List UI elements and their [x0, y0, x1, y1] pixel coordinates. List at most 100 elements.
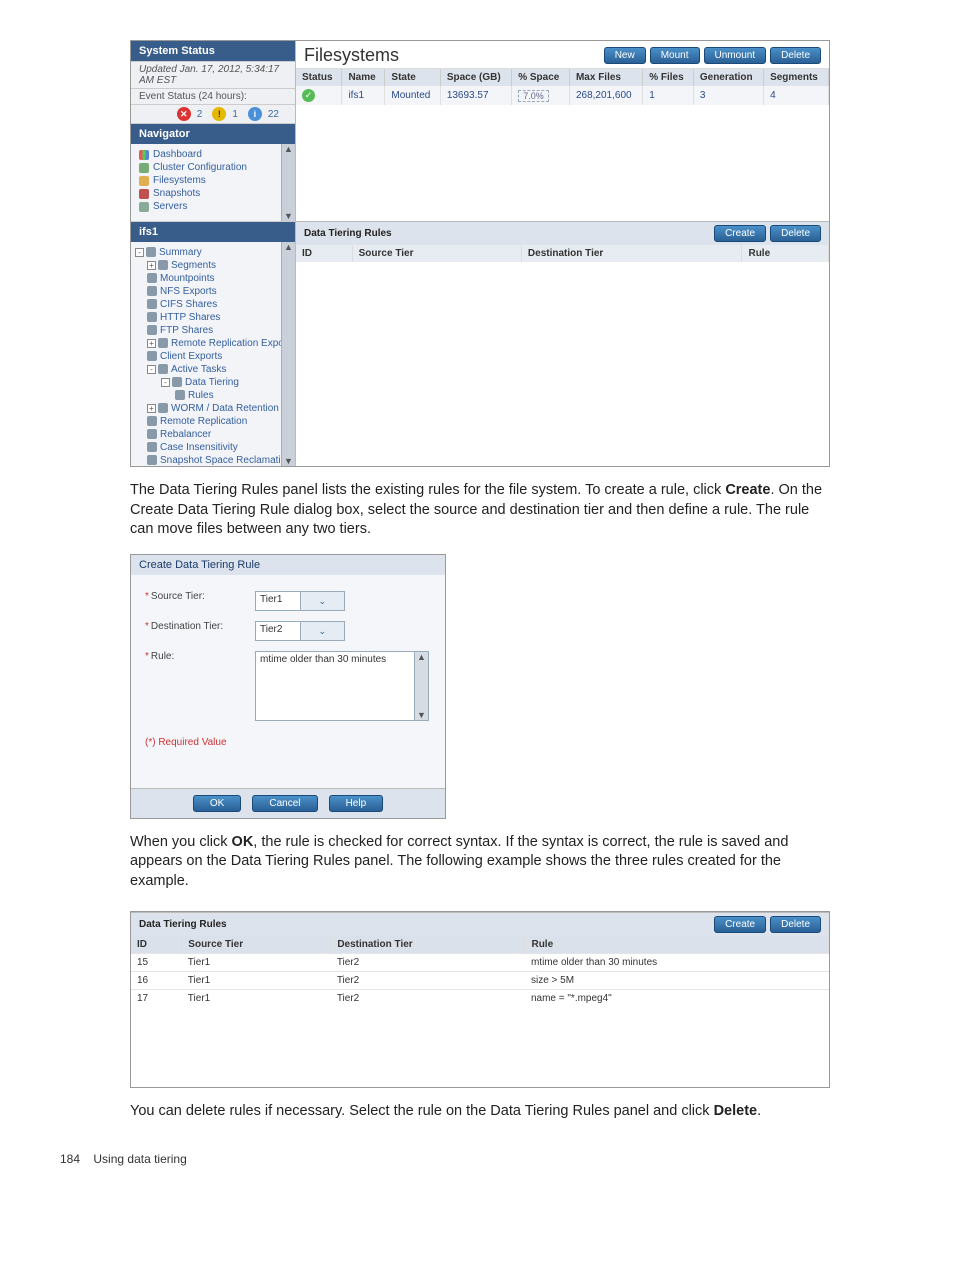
nav-servers[interactable]: Servers: [137, 200, 295, 213]
rules-delete-button[interactable]: Delete: [770, 916, 821, 933]
nav-cluster-config[interactable]: Cluster Configuration: [137, 161, 295, 174]
tree-label: Case Insensitivity: [160, 442, 238, 453]
tree-icon: [175, 390, 185, 400]
dtr-header[interactable]: Source Tier: [352, 245, 521, 262]
rules-header[interactable]: Destination Tier: [331, 936, 525, 954]
fs-header[interactable]: Generation: [693, 69, 763, 86]
filesystem-row[interactable]: ✓ ifs1 Mounted 13693.57 7.0% 268,201,600…: [296, 86, 829, 105]
fs-state: Mounted: [385, 86, 440, 105]
event-status-label: Event Status (24 hours):: [139, 91, 287, 102]
tree-item[interactable]: CIFS Shares: [133, 298, 293, 311]
fs-header[interactable]: Segments: [764, 69, 829, 86]
ifs-header: ifs1: [131, 222, 295, 242]
nav-snapshots[interactable]: Snapshots: [137, 187, 295, 200]
tree-icon: [147, 429, 157, 439]
event-status-row2: ✕2 !1 i22: [131, 105, 295, 124]
expand-icon[interactable]: -: [161, 378, 170, 387]
rules-header[interactable]: Source Tier: [182, 936, 331, 954]
rules-header[interactable]: ID: [131, 936, 182, 954]
event-critical-count: 2: [197, 109, 207, 120]
tree-item[interactable]: + Segments: [133, 259, 293, 272]
expand-icon[interactable]: -: [135, 248, 144, 257]
tree-scrollbar[interactable]: [281, 242, 295, 466]
rules-example-title: Data Tiering Rules: [139, 919, 710, 930]
fs-pctfiles: 1: [643, 86, 694, 105]
tree-item[interactable]: Client Exports: [133, 350, 293, 363]
rule-textarea[interactable]: mtime older than 30 minutes: [255, 651, 415, 721]
tree-item[interactable]: Mountpoints: [133, 272, 293, 285]
expand-icon[interactable]: -: [147, 365, 156, 374]
event-warning-icon[interactable]: !: [212, 107, 226, 121]
fs-header[interactable]: Name: [342, 69, 385, 86]
rule-cell: mtime older than 30 minutes: [525, 954, 829, 972]
nav-dashboard[interactable]: Dashboard: [137, 148, 295, 161]
unmount-button[interactable]: Unmount: [704, 47, 767, 64]
tree-item[interactable]: -Active Tasks: [133, 363, 293, 376]
rule-cell: Tier2: [331, 990, 525, 1008]
status-ok-icon: ✓: [302, 89, 315, 102]
delete-button[interactable]: Delete: [770, 47, 821, 64]
rule-row[interactable]: 15Tier1Tier2mtime older than 30 minutes: [131, 954, 829, 972]
source-tier-value: Tier1: [256, 592, 300, 610]
chevron-down-icon[interactable]: ⌄: [300, 592, 345, 610]
mount-button[interactable]: Mount: [650, 47, 700, 64]
rules-header[interactable]: Rule: [525, 936, 829, 954]
dest-tier-select[interactable]: Tier2⌄: [255, 621, 345, 641]
dtr-delete-button[interactable]: Delete: [770, 225, 821, 242]
event-info-icon[interactable]: i: [248, 107, 262, 121]
dtr-header[interactable]: Rule: [742, 245, 829, 262]
rules-create-button[interactable]: Create: [714, 916, 766, 933]
rule-row[interactable]: 17Tier1Tier2name = "*.mpeg4": [131, 990, 829, 1008]
rules-example-panel: Data Tiering Rules Create Delete IDSourc…: [130, 911, 830, 1088]
tree-label: Segments: [171, 260, 216, 271]
dtr-header[interactable]: Destination Tier: [521, 245, 742, 262]
navigator-scrollbar[interactable]: [281, 144, 295, 221]
tree-item[interactable]: Case Insensitivity: [133, 441, 293, 454]
tree-item[interactable]: +WORM / Data Retention: [133, 402, 293, 415]
chevron-down-icon[interactable]: ⌄: [300, 622, 345, 640]
fs-space: 13693.57: [440, 86, 511, 105]
fs-header[interactable]: State: [385, 69, 440, 86]
ok-button[interactable]: OK: [193, 795, 241, 812]
event-info-count: 22: [268, 109, 283, 120]
event-critical-icon[interactable]: ✕: [177, 107, 191, 121]
tree-icon: [147, 442, 157, 452]
tree-label: Remote Replication Exports: [171, 338, 295, 349]
expand-icon[interactable]: +: [147, 404, 156, 413]
tree-item[interactable]: Rebalancer: [133, 428, 293, 441]
tree-item[interactable]: NFS Exports: [133, 285, 293, 298]
tree-item[interactable]: + Remote Replication Exports: [133, 337, 293, 350]
new-button[interactable]: New: [604, 47, 646, 64]
dtr-header[interactable]: ID: [296, 245, 352, 262]
tree-item[interactable]: - Data Tiering: [133, 376, 293, 389]
fs-header[interactable]: % Space: [512, 69, 570, 86]
fs-header[interactable]: % Files: [643, 69, 694, 86]
source-tier-select[interactable]: Tier1⌄: [255, 591, 345, 611]
tree-item[interactable]: HTTP Shares: [133, 311, 293, 324]
fs-header[interactable]: Space (GB): [440, 69, 511, 86]
cancel-button[interactable]: Cancel: [252, 795, 317, 812]
tree-item[interactable]: Snapshot Space Reclamation: [133, 454, 293, 466]
tree-label: Data Tiering: [185, 377, 239, 388]
tree-item[interactable]: FTP Shares: [133, 324, 293, 337]
filesystems-table: StatusNameStateSpace (GB)% SpaceMax File…: [296, 69, 829, 105]
tree-item[interactable]: Rules: [133, 389, 293, 402]
navigator-header: Navigator: [131, 124, 295, 144]
fs-seg: 4: [764, 86, 829, 105]
dtr-create-button[interactable]: Create: [714, 225, 766, 242]
nav-filesystems[interactable]: Filesystems: [137, 174, 295, 187]
rule-cell: name = "*.mpeg4": [525, 990, 829, 1008]
expand-icon[interactable]: +: [147, 339, 156, 348]
rule-cell: Tier2: [331, 954, 525, 972]
expand-icon[interactable]: +: [147, 261, 156, 270]
help-button[interactable]: Help: [329, 795, 384, 812]
dest-tier-label: Destination Tier:: [151, 621, 223, 632]
fs-header[interactable]: Status: [296, 69, 342, 86]
rule-row[interactable]: 16Tier1Tier2size > 5M: [131, 972, 829, 990]
textarea-scrollbar[interactable]: [415, 651, 429, 721]
tree-item[interactable]: -Summary: [133, 246, 293, 259]
fs-header[interactable]: Max Files: [569, 69, 642, 86]
tree-icon: [147, 416, 157, 426]
tree-label: FTP Shares: [160, 325, 213, 336]
tree-item[interactable]: Remote Replication: [133, 415, 293, 428]
